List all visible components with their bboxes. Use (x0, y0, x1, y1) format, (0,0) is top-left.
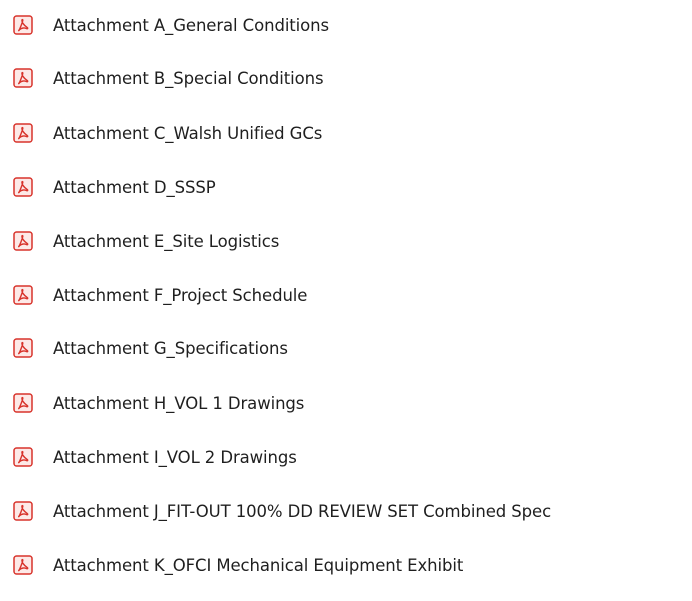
file-item-attachment-i[interactable]: Attachment I_VOL 2 Drawings (13, 440, 297, 474)
pdf-document-icon (13, 123, 33, 143)
file-name: Attachment K_OFCI Mechanical Equipment E… (53, 555, 464, 575)
file-item-attachment-c[interactable]: Attachment C_Walsh Unified GCs (13, 116, 322, 150)
pdf-document-icon (13, 555, 33, 575)
pdf-document-icon (13, 15, 33, 35)
file-name: Attachment F_Project Schedule (53, 285, 308, 305)
file-name: Attachment J_FIT-OUT 100% DD REVIEW SET … (53, 501, 552, 521)
file-item-attachment-h[interactable]: Attachment H_VOL 1 Drawings (13, 386, 304, 420)
file-name: Attachment C_Walsh Unified GCs (53, 123, 323, 143)
file-item-attachment-k[interactable]: Attachment K_OFCI Mechanical Equipment E… (13, 548, 463, 582)
file-item-attachment-a[interactable]: Attachment A_General Conditions (13, 8, 329, 42)
file-item-attachment-d[interactable]: Attachment D_SSSP (13, 170, 216, 204)
file-name: Attachment G_Specifications (53, 338, 288, 358)
pdf-document-icon (13, 447, 33, 467)
file-name: Attachment I_VOL 2 Drawings (53, 447, 297, 467)
file-item-attachment-g[interactable]: Attachment G_Specifications (13, 331, 288, 365)
file-name: Attachment E_Site Logistics (53, 231, 280, 251)
pdf-document-icon (13, 285, 33, 305)
file-list: Attachment A_General Conditions Attachme… (0, 0, 692, 601)
file-item-attachment-b[interactable]: Attachment B_Special Conditions (13, 61, 324, 95)
file-name: Attachment A_General Conditions (53, 15, 330, 35)
file-item-attachment-j[interactable]: Attachment J_FIT-OUT 100% DD REVIEW SET … (13, 494, 551, 528)
file-name: Attachment H_VOL 1 Drawings (53, 393, 305, 413)
file-item-attachment-f[interactable]: Attachment F_Project Schedule (13, 278, 307, 312)
pdf-document-icon (13, 177, 33, 197)
file-name: Attachment B_Special Conditions (53, 68, 324, 88)
pdf-document-icon (13, 231, 33, 251)
pdf-document-icon (13, 68, 33, 88)
pdf-document-icon (13, 338, 33, 358)
pdf-document-icon (13, 501, 33, 521)
pdf-document-icon (13, 393, 33, 413)
file-item-attachment-e[interactable]: Attachment E_Site Logistics (13, 224, 279, 258)
file-name: Attachment D_SSSP (53, 177, 216, 197)
